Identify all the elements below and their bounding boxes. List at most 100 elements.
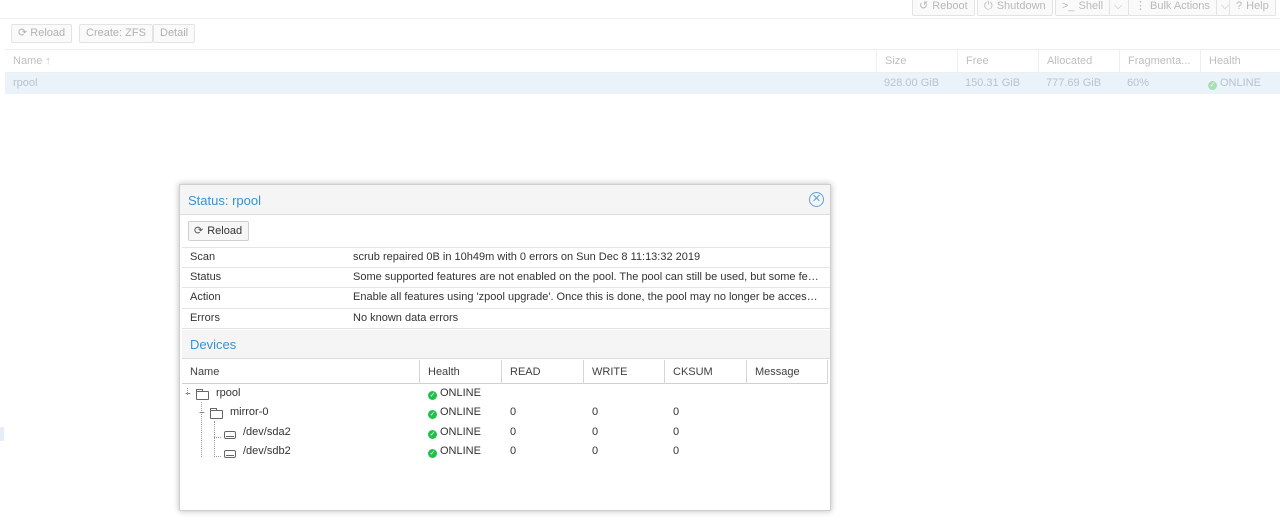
status-row-action: Action Enable all features using 'zpool … [182, 288, 830, 309]
reload-button[interactable]: ⟳ Reload [11, 24, 73, 43]
check-circle-icon: ✓ [428, 410, 437, 419]
column-fragmentation[interactable]: Fragmenta... [1119, 50, 1200, 73]
pool-grid-header: Name ↑ Size Free Allocated Fragmenta... … [5, 49, 1280, 73]
device-health: ✓ ONLINE [428, 445, 481, 458]
dev-column-health[interactable]: Health [419, 360, 501, 384]
tree-row-sda2[interactable]: /dev/sda2 ✓ ONLINE 0 0 0 [182, 424, 828, 444]
check-circle-icon: ✓ [1208, 81, 1217, 90]
help-icon: ? [1236, 0, 1243, 12]
pool-health-label: ONLINE [1220, 77, 1261, 89]
device-name: /dev/sdb2 [243, 445, 291, 457]
pool-name: rpool [13, 77, 38, 89]
device-health: ✓ ONLINE [428, 387, 481, 400]
status-value: Some supported features are not enabled … [353, 270, 823, 283]
tree-row-mirror-0[interactable]: − mirror-0 ✓ ONLINE 0 0 0 [182, 404, 828, 424]
dialog-reload-button[interactable]: ⟳ Reload [188, 221, 250, 241]
shell-button[interactable]: >_ Shell ⌵ [1055, 0, 1130, 16]
status-value: No known data errors [353, 311, 459, 324]
chevron-down-icon[interactable]: ⌵ [1215, 0, 1229, 15]
detail-label: Detail [160, 27, 189, 39]
pool-fragmentation: 60% [1127, 77, 1150, 89]
collapse-icon[interactable]: − [199, 409, 205, 419]
reboot-button[interactable]: ↺ Reboot [912, 0, 975, 16]
column-name[interactable]: Name ↑ [5, 50, 876, 73]
device-health-label: ONLINE [440, 426, 481, 438]
device-cksum: 0 [673, 426, 680, 438]
background-selection-mark [0, 427, 4, 441]
shutdown-label: Shutdown [996, 0, 1046, 12]
dialog-header[interactable]: Status: rpool ✕ [180, 185, 830, 215]
column-size[interactable]: Size [876, 50, 957, 73]
tree-row-rpool[interactable]: − rpool ✓ ONLINE [182, 385, 828, 405]
device-name: mirror-0 [230, 406, 269, 418]
devices-grid-header: Name Health READ WRITE CKSUM Message [182, 360, 828, 384]
status-row-scan: Scan scrub repaired 0B in 10h49m with 0 … [182, 247, 830, 268]
dev-column-write[interactable]: WRITE [583, 360, 664, 384]
dev-column-cksum[interactable]: CKSUM [664, 360, 746, 384]
device-health: ✓ ONLINE [428, 426, 481, 439]
hard-drive-icon [224, 450, 236, 458]
check-circle-icon: ✓ [428, 449, 437, 458]
dialog-reload-label: Reload [207, 225, 243, 237]
refresh-icon: ⟳ [18, 27, 31, 39]
power-icon: ⏻ [984, 0, 993, 12]
pool-health: ✓ ONLINE [1200, 73, 1261, 94]
dev-column-message[interactable]: Message [746, 360, 828, 384]
top-toolbar: ↺ Reboot ⏻ Shutdown >_ Shell ⌵ ⋮ Bulk Actions… [0, 0, 1280, 19]
bulk-actions-label: Bulk Actions [1150, 0, 1210, 12]
device-cksum: 0 [673, 406, 680, 418]
status-key: Action [190, 291, 221, 303]
devices-section-header: Devices [182, 330, 830, 359]
zfs-toolbar: ⟳ Reload Create: ZFS Detail [0, 19, 1280, 48]
dev-column-read[interactable]: READ [501, 360, 583, 384]
device-write: 0 [592, 406, 599, 418]
bulk-actions-button[interactable]: ⋮ Bulk Actions ⌵ [1128, 0, 1237, 16]
status-key: Status [190, 270, 222, 283]
column-free[interactable]: Free [957, 50, 1038, 73]
check-circle-icon: ✓ [428, 391, 437, 400]
collapse-icon[interactable]: − [185, 390, 191, 400]
help-button[interactable]: ? Help [1229, 0, 1276, 16]
device-read: 0 [510, 406, 517, 418]
pool-allocated: 777.69 GiB [1046, 77, 1102, 89]
dialog-toolbar: ⟳ Reload [180, 216, 830, 246]
column-allocated[interactable]: Allocated [1038, 50, 1119, 73]
device-write: 0 [592, 445, 599, 457]
device-health-label: ONLINE [440, 406, 481, 418]
device-name: rpool [216, 387, 241, 399]
devices-title: Devices [190, 337, 237, 352]
shutdown-button[interactable]: ⏻ Shutdown [977, 0, 1053, 16]
detail-button[interactable]: Detail [153, 24, 196, 43]
dialog-title: Status: rpool [188, 193, 261, 208]
reload-label: Reload [30, 27, 66, 39]
device-read: 0 [510, 445, 517, 457]
chevron-down-icon[interactable]: ⌵ [1109, 0, 1122, 15]
create-zfs-button[interactable]: Create: ZFS [79, 24, 153, 43]
status-value: Enable all features using 'zpool upgrade… [353, 291, 823, 303]
device-write: 0 [592, 426, 599, 438]
reboot-label: Reboot [932, 0, 968, 12]
pool-size: 928.00 GiB [884, 77, 940, 89]
check-circle-icon: ✓ [428, 430, 437, 439]
hard-drive-icon [224, 431, 236, 439]
pool-free: 150.31 GiB [965, 77, 1021, 89]
ellipsis-vertical-icon: ⋮ [1135, 0, 1146, 12]
create-zfs-label: Create: ZFS [86, 27, 146, 39]
column-health[interactable]: Health [1200, 50, 1280, 73]
device-name: /dev/sda2 [243, 426, 291, 438]
dev-column-name[interactable]: Name [182, 360, 419, 384]
status-dialog: Status: rpool ✕ ⟳ Reload Scan scrub repai… [179, 184, 831, 511]
device-health-label: ONLINE [440, 445, 481, 457]
table-row[interactable]: rpool 928.00 GiB 150.31 GiB 777.69 GiB 6… [5, 73, 1280, 94]
status-value: scrub repaired 0B in 10h49m with 0 error… [353, 251, 701, 263]
status-key: Scan [190, 251, 216, 263]
terminal-icon: >_ [1062, 0, 1075, 12]
help-label: Help [1246, 0, 1269, 12]
status-table: Scan scrub repaired 0B in 10h49m with 0 … [182, 247, 830, 329]
close-icon[interactable]: ✕ [809, 192, 824, 207]
shell-label: Shell [1078, 0, 1104, 12]
device-health-label: ONLINE [440, 387, 481, 399]
device-cksum: 0 [673, 445, 680, 457]
refresh-icon: ⟳ [194, 225, 204, 237]
tree-row-sdb2[interactable]: /dev/sdb2 ✓ ONLINE 0 0 0 [182, 443, 828, 463]
